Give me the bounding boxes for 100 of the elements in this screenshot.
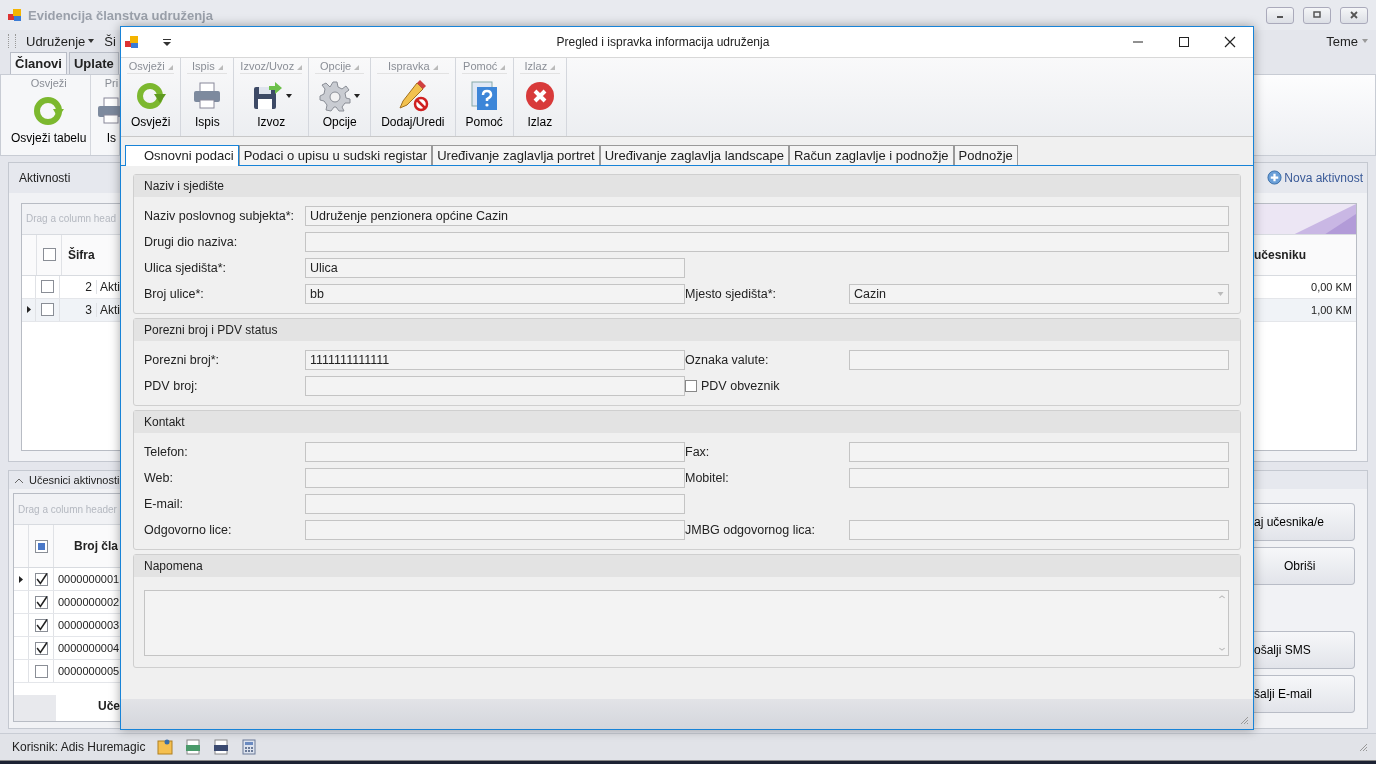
checkbox[interactable]: [34, 664, 48, 678]
expand-icon[interactable]: [354, 65, 360, 70]
input-field[interactable]: [305, 494, 685, 514]
input-field[interactable]: [849, 442, 1229, 462]
expand-icon[interactable]: [167, 65, 173, 70]
input-field[interactable]: Ulica: [305, 258, 685, 278]
app-icon: [8, 8, 22, 22]
tab[interactable]: Podaci o upisu u sudski registar: [238, 145, 433, 165]
input-field[interactable]: Udruženje penzionera općine Cazin: [305, 206, 1229, 226]
checkbox[interactable]: [34, 641, 48, 655]
input-field[interactable]: 1111111111111: [305, 350, 685, 370]
window-title: Evidencija članstva udruženja: [28, 7, 213, 23]
tab[interactable]: Osnovni podaci: [125, 145, 239, 166]
checkbox[interactable]: [34, 572, 48, 586]
spreadsheet-file-icon[interactable]: [185, 739, 202, 755]
checkbox[interactable]: [34, 618, 48, 632]
tab[interactable]: Uplate: [68, 52, 119, 74]
status-user: Korisnik: Adis Huremagic: [12, 740, 146, 754]
ribbon-button[interactable]: Ispis: [187, 74, 228, 129]
ribbon-button[interactable]: Pomoć: [461, 74, 507, 129]
section-title: Naziv i sjedište: [144, 179, 225, 193]
tab[interactable]: Uče: [56, 695, 120, 721]
action-button[interactable]: ošalji SMS: [1254, 631, 1355, 670]
input-field[interactable]: [305, 232, 1229, 252]
ribbon-button[interactable]: Osvježi: [127, 74, 175, 129]
maximize-icon: [1312, 10, 1322, 20]
calculator-icon[interactable]: [241, 739, 258, 755]
input-field[interactable]: [305, 520, 685, 540]
menu-item[interactable]: Udruženje: [26, 33, 95, 49]
caret-icon: [1217, 292, 1224, 296]
table-cell-text: 0000000002: [57, 596, 120, 609]
ribbon-button[interactable]: Is: [95, 89, 120, 145]
table-cell: 3: [59, 302, 97, 317]
input-field[interactable]: [305, 468, 685, 488]
field-label: Telefon:: [144, 445, 189, 459]
input-field[interactable]: bb: [305, 284, 685, 304]
input-field[interactable]: [849, 520, 1229, 540]
checkbox[interactable]: [41, 280, 55, 294]
expand-icon[interactable]: [217, 65, 223, 70]
refresh-icon: [32, 95, 65, 127]
field-label: Mobitel:: [685, 471, 730, 485]
menu-item[interactable]: Ši: [104, 33, 116, 49]
input-field[interactable]: [849, 468, 1229, 488]
column-header[interactable]: učesniku: [1254, 247, 1307, 262]
action-button[interactable]: aj učesnika/e: [1254, 503, 1355, 542]
ribbon-button[interactable]: Dodaj/Uredi: [377, 74, 449, 129]
input-field[interactable]: [305, 442, 685, 462]
column-header[interactable]: Broj čla: [74, 539, 118, 554]
checkbox[interactable]: PDV obveznik: [685, 379, 849, 393]
table-cell-text: Akti: [99, 302, 120, 317]
plus-icon: [1267, 170, 1283, 186]
quick-access-icon[interactable]: [163, 38, 171, 46]
tab[interactable]: Članovi: [10, 52, 67, 74]
table-cell-text: 0000000003: [57, 619, 120, 632]
field-label: Ulica sjedišta*:: [144, 261, 227, 275]
document-file-icon[interactable]: [213, 739, 230, 755]
notes-field[interactable]: [144, 590, 1229, 656]
expand-icon[interactable]: [550, 65, 556, 70]
app-icon: [125, 35, 139, 49]
minimize-button[interactable]: [1266, 6, 1294, 24]
expand-icon[interactable]: [500, 65, 506, 70]
group-label: Pomoć: [463, 60, 498, 72]
checkbox[interactable]: [34, 595, 48, 609]
action-button[interactable]: šalji E-mail: [1254, 675, 1355, 714]
input-field[interactable]: [305, 376, 685, 396]
ribbon-button[interactable]: Izvoz: [246, 74, 296, 129]
close-button[interactable]: [1340, 6, 1368, 24]
tab[interactable]: Uređivanje zaglavlja landscape: [599, 145, 789, 165]
resize-grip-icon[interactable]: [1358, 742, 1368, 752]
action-button[interactable]: Obriši: [1254, 547, 1355, 586]
resize-grip-icon[interactable]: [1239, 715, 1249, 725]
group-label: Osvježi: [30, 77, 67, 89]
expand-icon[interactable]: [432, 65, 438, 70]
dropdown-field[interactable]: Cazin: [849, 284, 1229, 304]
ribbon-button[interactable]: Osvježi tabelu: [11, 89, 87, 145]
ribbon-button[interactable]: Opcije: [315, 74, 365, 129]
close-icon: [1349, 10, 1359, 20]
close-icon: [1224, 36, 1236, 48]
table-cell-text: 0000000004: [57, 642, 120, 655]
scrollbar[interactable]: [1218, 593, 1226, 653]
field-label: Naziv poslovnog subjekta*:: [144, 209, 296, 223]
tab[interactable]: Uređivanje zaglavlja portret: [432, 145, 600, 165]
table-cell-text: 0000000005: [57, 665, 120, 678]
input-field[interactable]: [849, 350, 1229, 370]
collapse-icon[interactable]: [15, 477, 23, 483]
column-header[interactable]: Šifra: [68, 247, 95, 262]
note-icon[interactable]: [157, 739, 174, 755]
ribbon-button[interactable]: Izlaz: [519, 74, 560, 129]
theme-menu[interactable]: Teme: [1326, 33, 1358, 49]
checkbox[interactable]: [42, 248, 56, 262]
tab[interactable]: Podnožje: [953, 145, 1018, 165]
checkbox[interactable]: [41, 303, 55, 317]
expand-icon[interactable]: [297, 65, 303, 70]
section-title: Porezni broj i PDV status: [144, 323, 278, 337]
window-title: Pregled i ispravka informacija udruženja: [555, 35, 771, 49]
table-cell: 2: [59, 279, 97, 294]
tab[interactable]: Račun zaglavlje i podnožje: [788, 145, 954, 165]
field-label: PDV broj:: [144, 379, 199, 393]
close-circle-icon: [523, 80, 556, 112]
checkbox[interactable]: [34, 539, 48, 553]
